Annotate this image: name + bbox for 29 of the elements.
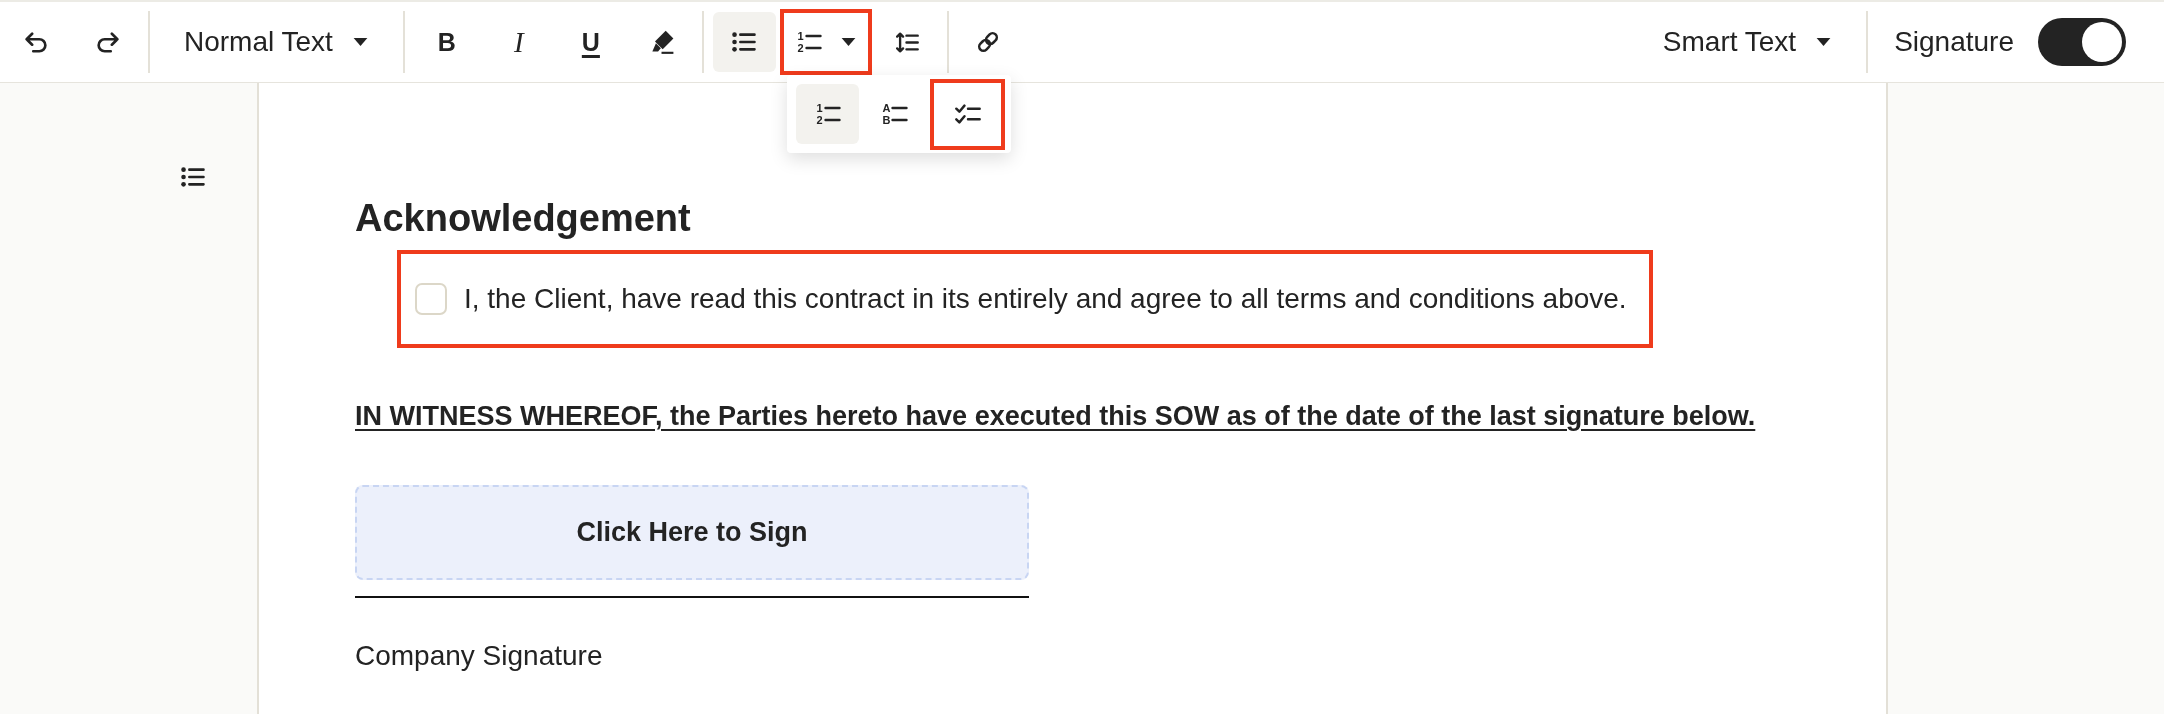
link-icon <box>976 31 999 53</box>
witness-clause: IN WITNESS WHEREOF, the Parties hereto have executed this SOW as of the date of the last signature below. <box>355 399 1756 432</box>
numbered-list-option[interactable]: 1 2 <box>796 84 859 144</box>
signature-label: Signature <box>1894 26 2014 58</box>
highlighter-icon <box>651 30 674 54</box>
italic-button[interactable]: I <box>496 20 541 64</box>
signature-toggle[interactable] <box>2038 18 2126 66</box>
checkbox-label: I, the Client, have read this contract in its entirely and agree to all terms and conditions above. <box>464 282 1627 315</box>
lettered-list-option[interactable]: A B <box>863 84 926 144</box>
redo-icon <box>97 31 119 53</box>
checklist-icon <box>954 104 981 124</box>
bold-button[interactable]: B <box>424 20 469 64</box>
bulleted-list-icon <box>732 32 757 52</box>
bulleted-list-button[interactable] <box>712 12 776 72</box>
sign-button[interactable]: Click Here to Sign <box>355 485 1029 580</box>
smart-text-dropdown[interactable]: Smart Text <box>1649 17 1845 67</box>
caret-icon <box>840 38 856 46</box>
outline-list-icon[interactable] <box>181 167 205 187</box>
checkbox[interactable] <box>415 282 447 315</box>
section-heading: Acknowledgement <box>355 196 691 241</box>
caret-icon <box>352 38 368 46</box>
line-spacing-icon <box>895 31 919 53</box>
underline-button[interactable]: U <box>568 20 613 64</box>
undo-icon <box>25 31 47 53</box>
signature-caption: Company Signature <box>355 639 603 673</box>
caret-icon <box>1816 38 1832 46</box>
numbered-list-button[interactable]: 1 2 <box>779 9 872 75</box>
checklist-option[interactable] <box>930 78 1005 150</box>
text-style-dropdown[interactable]: Normal Text <box>171 17 381 67</box>
